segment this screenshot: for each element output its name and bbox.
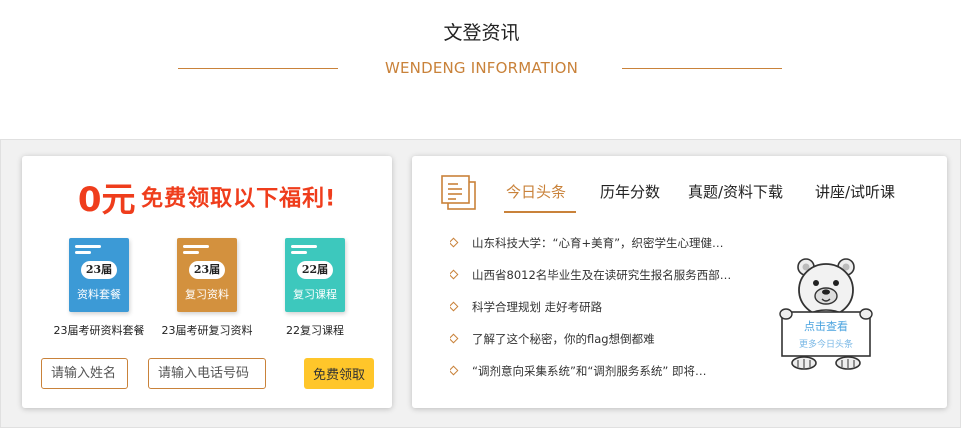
tab-lectures[interactable]: 讲座/试听课 bbox=[815, 182, 895, 202]
title-divider-right bbox=[622, 68, 782, 69]
news-title: “调剂意向采集系统”和“调剂服务系统” 即将… bbox=[472, 364, 707, 378]
diamond-bullet-icon bbox=[450, 301, 459, 312]
news-title: 山东科技大学：“心育+美育”，织密学生心理健… bbox=[472, 236, 724, 250]
diamond-bullet-icon bbox=[450, 333, 459, 344]
name-input[interactable] bbox=[41, 358, 128, 389]
mascot-sign-line2: 更多今日头条 bbox=[799, 338, 853, 350]
news-item[interactable]: 山东科技大学：“心育+美育”，织密学生心理健… bbox=[450, 234, 770, 252]
document-icon bbox=[441, 175, 476, 210]
news-item[interactable]: 了解了这个秘密，你的flag想倒都难 bbox=[450, 330, 770, 348]
tab-past-scores[interactable]: 历年分数 bbox=[600, 182, 660, 202]
news-title: 科学合理规划 走好考研路 bbox=[472, 300, 603, 314]
promo-heading: 0元 免费领取以下福利! bbox=[22, 172, 392, 221]
promo-price: 0元 bbox=[77, 180, 136, 220]
book-review-course[interactable]: 22届 复习课程 bbox=[285, 238, 345, 312]
book-caption: 23届考研资料套餐 bbox=[53, 324, 145, 337]
book-caption: 22复习课程 bbox=[286, 324, 344, 337]
book-name: 复习资料 bbox=[185, 288, 229, 301]
book-stripe bbox=[183, 245, 209, 248]
free-benefits-card: 0元 免费领取以下福利! 23届 资料套餐 23届考研资料套餐 23届 复习资料… bbox=[22, 156, 392, 408]
book-caption: 23届考研复习资料 bbox=[161, 324, 253, 337]
tab-today-headlines[interactable]: 今日头条 bbox=[506, 182, 566, 202]
book-badge: 23届 bbox=[189, 261, 225, 279]
news-item[interactable]: 山西省8012名毕业生及在读研究生报名服务西部… bbox=[450, 266, 770, 284]
book-stripe bbox=[75, 245, 101, 248]
book-stripe bbox=[183, 251, 199, 254]
news-item[interactable]: 科学合理规划 走好考研路 bbox=[450, 298, 770, 316]
claim-free-button[interactable]: 免费领取 bbox=[304, 358, 374, 389]
phone-input[interactable] bbox=[148, 358, 266, 389]
book-stripe bbox=[291, 251, 307, 254]
section-subtitle: WENDENG INFORMATION bbox=[384, 59, 579, 77]
section-title: 文登资讯 bbox=[443, 22, 520, 44]
promo-text: 免费领取以下福利! bbox=[141, 186, 337, 212]
news-item[interactable]: “调剂意向采集系统”和“调剂服务系统” 即将… bbox=[450, 362, 770, 380]
news-card: 今日头条 历年分数 真题/资料下载 讲座/试听课 山东科技大学：“心育+美育”，… bbox=[412, 156, 947, 408]
book-name: 复习课程 bbox=[293, 288, 337, 301]
active-tab-indicator bbox=[504, 211, 576, 213]
book-badge: 23届 bbox=[81, 261, 117, 279]
book-review-material[interactable]: 23届 复习资料 bbox=[177, 238, 237, 312]
book-name: 资料套餐 bbox=[77, 288, 121, 301]
bear-mascot-more-headlines[interactable]: 点击查看 更多今日头条 bbox=[776, 256, 876, 372]
diamond-bullet-icon bbox=[450, 365, 459, 376]
book-badge: 22届 bbox=[297, 261, 333, 279]
book-stripe bbox=[75, 251, 91, 254]
news-title: 山西省8012名毕业生及在读研究生报名服务西部… bbox=[472, 268, 732, 282]
book-stripe bbox=[291, 245, 317, 248]
diamond-bullet-icon bbox=[450, 237, 459, 248]
mascot-sign-line1: 点击查看 bbox=[804, 319, 848, 333]
tab-exam-downloads[interactable]: 真题/资料下载 bbox=[688, 182, 783, 202]
news-title: 了解了这个秘密，你的flag想倒都难 bbox=[472, 332, 655, 346]
book-package[interactable]: 23届 资料套餐 bbox=[69, 238, 129, 312]
diamond-bullet-icon bbox=[450, 269, 459, 280]
